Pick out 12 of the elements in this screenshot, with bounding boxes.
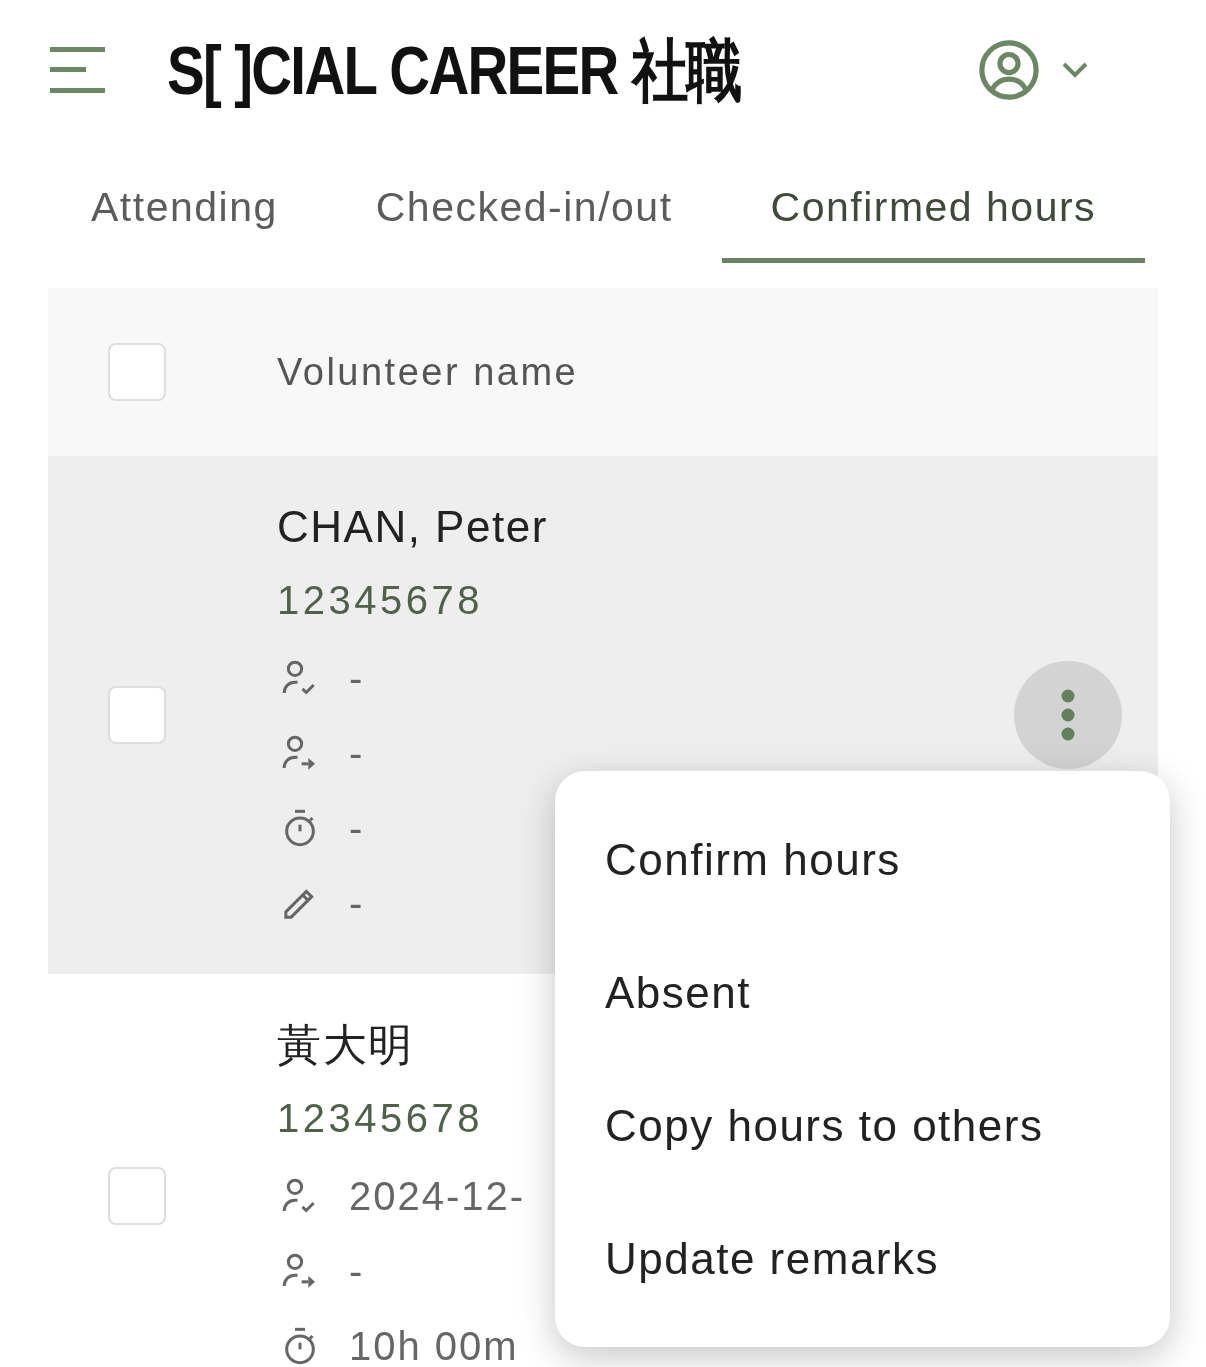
detail-value: -	[349, 730, 365, 775]
volunteer-name: CHAN, Peter	[277, 501, 548, 553]
column-header: Volunteer name	[277, 350, 579, 395]
volunteer-id: 12345678	[277, 1095, 483, 1142]
detail-value: 10h 00m	[349, 1323, 519, 1367]
detail-value: 2024-12-	[349, 1173, 526, 1218]
volunteer-id: 12345678	[277, 577, 483, 624]
volunteer-name: 黃大明	[277, 1019, 414, 1071]
detail-value: -	[349, 655, 365, 700]
detail-value: -	[349, 880, 365, 925]
detail-value: -	[349, 805, 365, 850]
detail-value: -	[349, 1248, 365, 1293]
